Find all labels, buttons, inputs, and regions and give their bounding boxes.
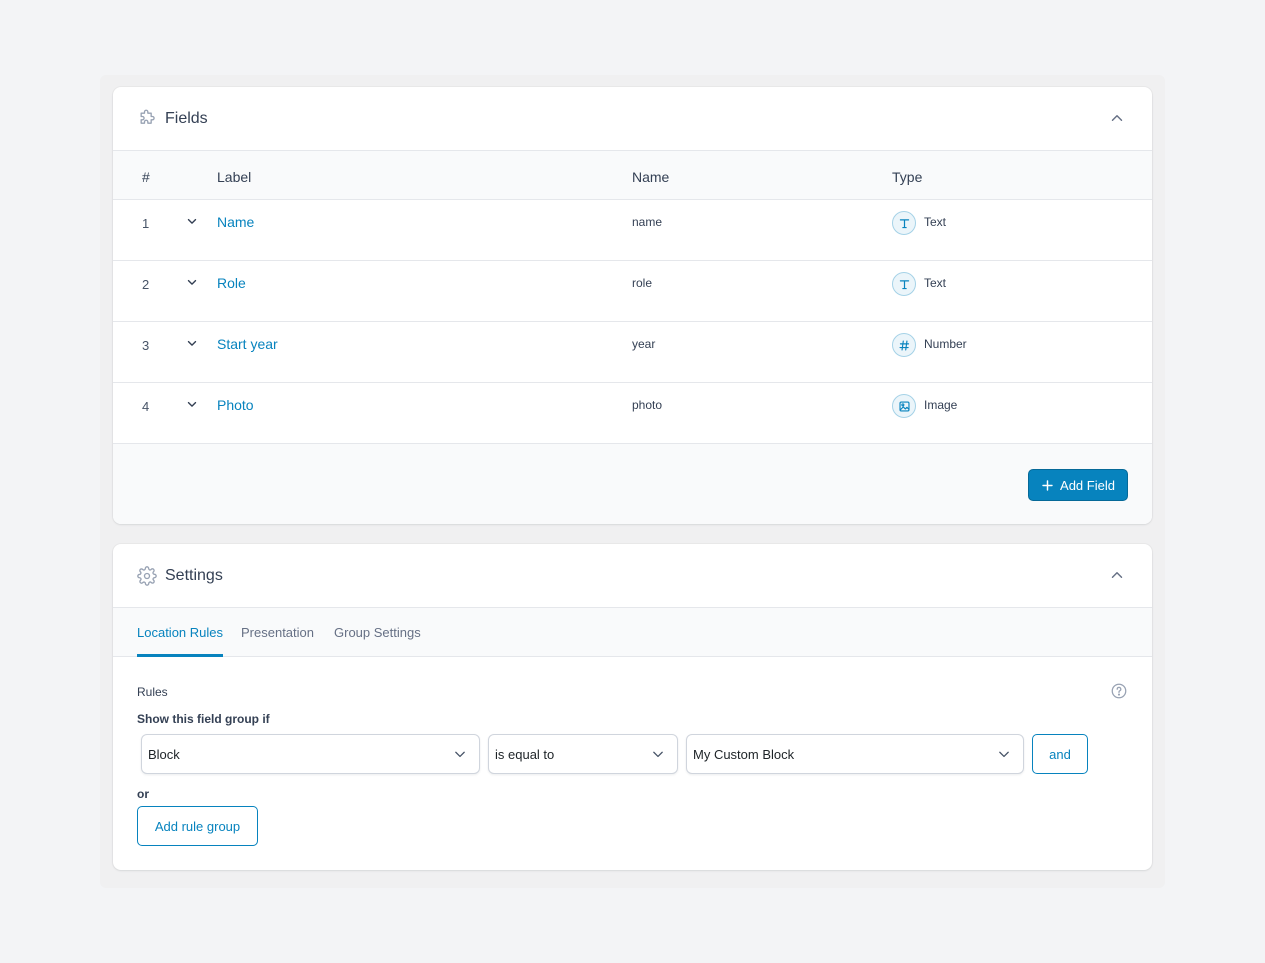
help-icon[interactable]	[1110, 682, 1128, 700]
field-name: photo	[632, 398, 663, 412]
image-icon	[892, 394, 916, 418]
fields-panel-title: Fields	[165, 109, 208, 127]
column-header-name: Name	[632, 169, 670, 185]
field-name: name	[632, 215, 663, 229]
table-row[interactable]: 4 Photo photo Image	[113, 383, 1152, 444]
rule-param-select[interactable]: Block	[141, 734, 480, 774]
or-label: or	[137, 787, 149, 801]
field-name: role	[632, 276, 653, 290]
chevron-down-icon[interactable]	[185, 336, 199, 350]
puzzle-icon	[137, 109, 157, 129]
field-type: Image	[924, 398, 958, 412]
table-row[interactable]: 3 Start year year Number	[113, 322, 1152, 383]
settings-panel-title: Settings	[165, 566, 223, 584]
table-row[interactable]: 1 Name name Text	[113, 200, 1152, 261]
field-label-link[interactable]: Role	[217, 275, 246, 291]
settings-panel: Settings Location Rules Presentation Gro…	[113, 544, 1152, 870]
chevron-down-icon[interactable]	[185, 214, 199, 228]
text-icon	[892, 272, 916, 296]
fields-footer: Add Field	[113, 444, 1152, 524]
column-header-label: Label	[217, 169, 252, 185]
rule-operator-value: is equal to	[495, 746, 555, 762]
chevron-down-icon	[453, 747, 467, 761]
chevron-down-icon	[997, 747, 1011, 761]
row-number: 1	[142, 216, 150, 231]
settings-panel-header: Settings	[113, 544, 1152, 608]
add-field-button[interactable]: Add Field	[1028, 469, 1128, 501]
field-label-link[interactable]: Start year	[217, 336, 278, 352]
tab-group-settings[interactable]: Group Settings	[334, 625, 421, 654]
row-number: 2	[142, 277, 150, 292]
fields-panel: Fields # Label Name Type 1 Name name Tex…	[113, 87, 1152, 524]
column-header-num: #	[142, 169, 150, 185]
add-field-label: Add Field	[1060, 477, 1115, 493]
chevron-down-icon[interactable]	[185, 397, 199, 411]
table-row[interactable]: 2 Role role Text	[113, 261, 1152, 322]
number-icon	[892, 333, 916, 357]
add-rule-group-button[interactable]: Add rule group	[137, 806, 258, 846]
chevron-up-icon[interactable]	[1108, 566, 1126, 584]
column-header-type: Type	[892, 169, 923, 185]
fields-panel-header: Fields	[113, 87, 1152, 151]
gear-icon	[137, 565, 157, 586]
plus-icon	[1042, 479, 1053, 491]
rule-operator-select[interactable]: is equal to	[488, 734, 678, 774]
chevron-up-icon[interactable]	[1108, 109, 1126, 127]
rule-value-select[interactable]: My Custom Block	[686, 734, 1024, 774]
rule-value-value: My Custom Block	[693, 746, 795, 762]
tab-location-rules[interactable]: Location Rules	[137, 625, 223, 657]
chevron-down-icon[interactable]	[185, 275, 199, 289]
rules-title: Rules	[137, 685, 168, 699]
text-icon	[892, 211, 916, 235]
row-number: 3	[142, 338, 150, 353]
field-name: year	[632, 337, 656, 351]
field-label-link[interactable]: Photo	[217, 397, 254, 413]
rule-param-value: Block	[148, 746, 180, 762]
field-type: Number	[924, 337, 967, 351]
settings-tabs: Location Rules Presentation Group Settin…	[113, 608, 1152, 657]
fields-table-header: # Label Name Type	[113, 151, 1152, 200]
show-if-label: Show this field group if	[137, 712, 270, 726]
chevron-down-icon	[651, 747, 665, 761]
row-number: 4	[142, 399, 150, 414]
field-type: Text	[924, 215, 947, 229]
tab-presentation[interactable]: Presentation	[241, 625, 314, 654]
field-label-link[interactable]: Name	[217, 214, 254, 230]
field-group-editor: Fields # Label Name Type 1 Name name Tex…	[100, 75, 1165, 888]
field-type: Text	[924, 276, 947, 290]
and-button[interactable]: and	[1032, 734, 1088, 774]
